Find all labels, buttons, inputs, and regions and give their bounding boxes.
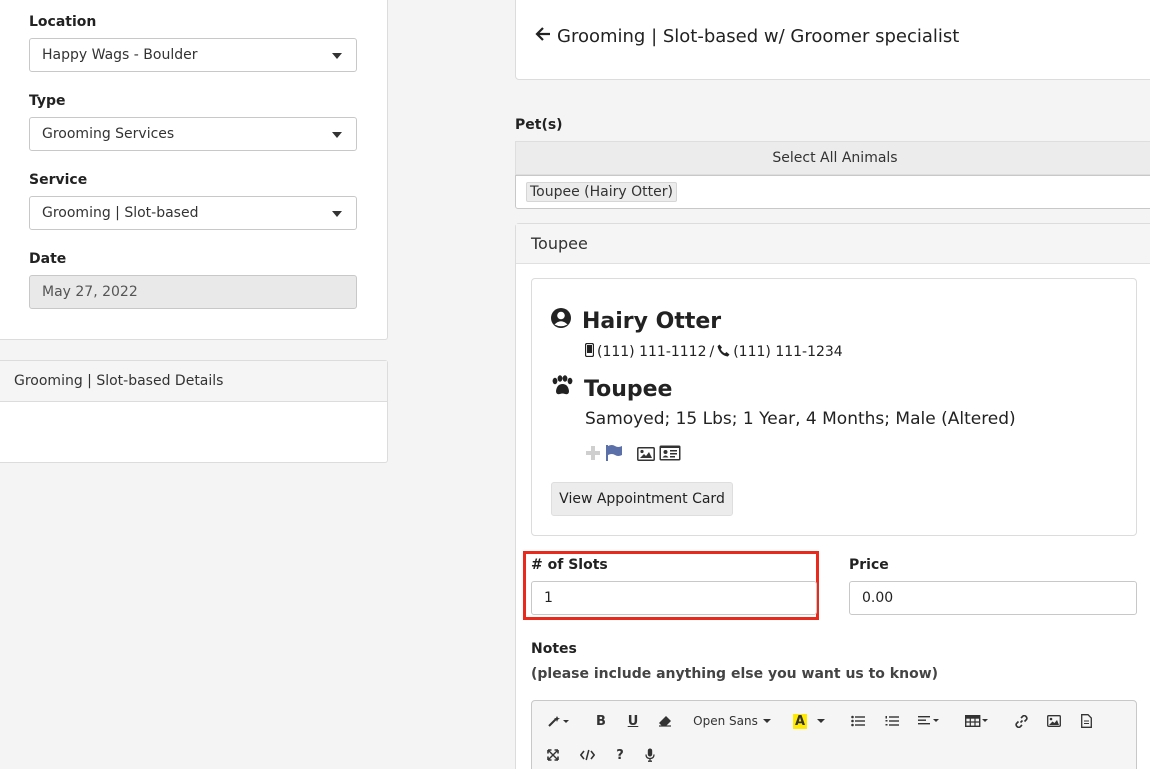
view-appointment-card-button[interactable]: View Appointment Card [551, 482, 733, 516]
type-select[interactable]: Grooming Services [29, 117, 357, 151]
fullscreen-icon[interactable] [540, 741, 566, 769]
price-label: Price [849, 557, 889, 573]
image-icon[interactable] [637, 446, 655, 465]
microphone-icon[interactable] [638, 741, 662, 769]
slots-input[interactable]: 1 [531, 581, 817, 615]
type-value: Grooming Services [42, 126, 175, 142]
notes-subtitle: (please include anything else you want u… [531, 666, 939, 682]
mobile-phone: (111) 111-1112 [597, 344, 707, 360]
user-circle-icon [550, 307, 572, 335]
bold-icon[interactable]: B [588, 707, 614, 735]
service-label: Service [29, 172, 88, 188]
date-value: May 27, 2022 [42, 284, 138, 300]
help-icon[interactable]: ? [607, 741, 633, 769]
pets-label: Pet(s) [515, 117, 563, 133]
font-name-dropdown[interactable]: Open Sans [690, 707, 776, 735]
chevron-down-icon[interactable] [814, 707, 828, 735]
font-name-value: Open Sans [693, 714, 758, 728]
chevron-down-icon [332, 132, 342, 138]
id-card-icon[interactable] [659, 445, 681, 465]
location-select[interactable]: Happy Wags - Boulder [29, 38, 357, 72]
service-select[interactable]: Grooming | Slot-based [29, 196, 357, 230]
location-value: Happy Wags - Boulder [42, 47, 198, 63]
paw-icon [550, 375, 574, 403]
phone-icon [717, 344, 730, 361]
eraser-icon[interactable] [652, 707, 678, 735]
notes-label: Notes [531, 641, 577, 657]
pet-info-box: Hairy Otter (111) 111-1112 / (111) 111-1… [531, 278, 1137, 536]
slots-label: # of Slots [531, 557, 608, 573]
pet-card-header: Toupee [516, 224, 1150, 264]
details-panel: Grooming | Slot-based Details [0, 360, 388, 463]
mobile-phone-icon [584, 342, 595, 361]
home-phone: (111) 111-1234 [733, 344, 843, 360]
plus-icon[interactable] [585, 445, 601, 465]
underline-icon[interactable]: U [620, 707, 646, 735]
text-color-icon[interactable]: A [788, 707, 812, 735]
phone-separator: / [709, 344, 715, 360]
ordered-list-icon[interactable] [878, 707, 906, 735]
service-value: Grooming | Slot-based [42, 205, 199, 221]
select-all-animals-button[interactable]: Select All Animals [515, 141, 1150, 175]
align-icon[interactable] [912, 707, 946, 735]
picture-icon[interactable] [1041, 707, 1067, 735]
unordered-list-icon[interactable] [844, 707, 872, 735]
type-label: Type [29, 93, 66, 109]
price-input[interactable]: 0.00 [849, 581, 1137, 615]
chevron-down-icon [332, 211, 342, 217]
location-label: Location [29, 14, 97, 30]
date-field: May 27, 2022 [29, 275, 357, 309]
magic-icon[interactable] [542, 707, 576, 735]
code-view-icon[interactable] [574, 741, 600, 769]
pet-name: Toupee [584, 376, 673, 402]
arrow-left-icon[interactable] [535, 26, 551, 47]
price-value: 0.00 [862, 590, 894, 606]
owner-name: Hairy Otter [582, 308, 722, 334]
table-icon[interactable] [960, 707, 994, 735]
pets-multiselect[interactable]: Toupee (Hairy Otter) [515, 175, 1150, 209]
flag-icon[interactable] [605, 444, 623, 466]
title-card: Grooming | Slot-based w/ Groomer special… [515, 0, 1150, 80]
link-icon[interactable] [1008, 707, 1034, 735]
file-icon[interactable] [1073, 707, 1099, 735]
details-panel-title: Grooming | Slot-based Details [0, 361, 387, 402]
pet-description: Samoyed; 15 Lbs; 1 Year, 4 Months; Male … [585, 409, 1016, 429]
pet-tag[interactable]: Toupee (Hairy Otter) [526, 182, 677, 202]
date-label: Date [29, 251, 67, 267]
page-title: Grooming | Slot-based w/ Groomer special… [557, 26, 960, 47]
slots-value: 1 [544, 590, 553, 606]
chevron-down-icon [332, 53, 342, 59]
notes-editor: B U Open Sans A ? [531, 700, 1137, 769]
